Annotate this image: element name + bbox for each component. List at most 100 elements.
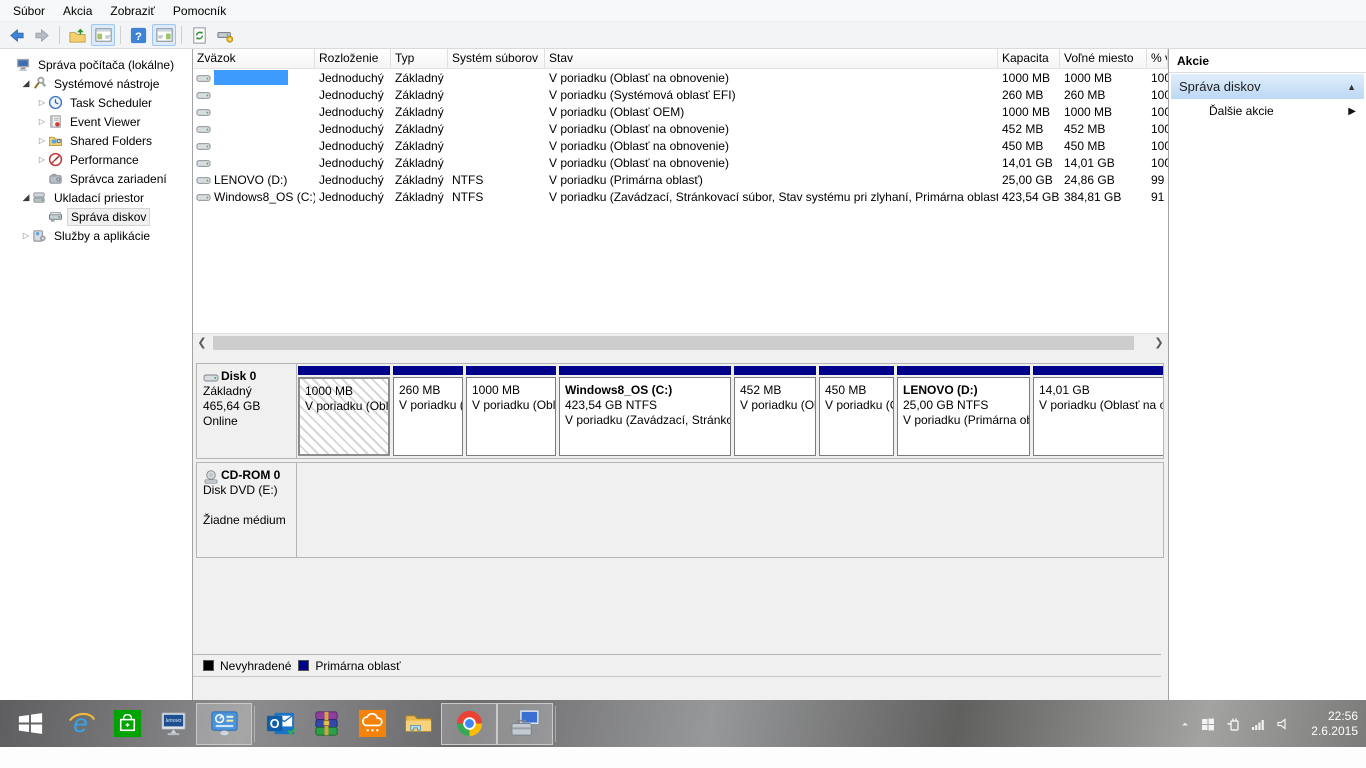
chrome-icon xyxy=(454,708,485,739)
cell-free: 24,86 GB xyxy=(1064,172,1115,187)
volume-row-0[interactable]: Jednoduchý Základný V poriadku (Oblasť na … xyxy=(193,69,1168,86)
scrollbar-thumb[interactable] xyxy=(213,335,1134,350)
taskbar-weather-button[interactable] xyxy=(349,703,395,745)
partition-body[interactable]: 1000 MBV poriadku (Oblasť na obnovenie) xyxy=(298,377,390,456)
partition-body[interactable]: LENOVO (D:) 25,00 GB NTFS V poriadku (Prim… xyxy=(897,377,1030,456)
disk0-info[interactable]: Disk 0 Základný 465,64 GB Online xyxy=(197,364,297,458)
partition-title: Windows8_OS (C:) xyxy=(565,383,673,397)
taskbar-store-button[interactable] xyxy=(104,703,150,745)
actions-item-more-actions[interactable]: Ďalšie akcie ▶ xyxy=(1169,99,1366,123)
partition-3[interactable]: Windows8_OS (C:) 423,54 GB NTFS V poriadku… xyxy=(559,366,731,456)
tray-volume-button[interactable] xyxy=(1275,716,1291,732)
taskbar-computer-management-button[interactable] xyxy=(497,702,553,745)
tree-item-spr-va-po-ta-a-lok-lne-[interactable]: Správa počítača (lokálne) xyxy=(0,55,192,74)
volume-row-2[interactable]: Jednoduchý Základný V poriadku (Oblasť OEM… xyxy=(193,103,1168,120)
column-header-3[interactable]: Systém súborov xyxy=(448,49,545,68)
tree-item-task-scheduler[interactable]: ▷ Task Scheduler xyxy=(0,93,192,112)
volume-row-4[interactable]: Jednoduchý Základný V poriadku (Oblasť na … xyxy=(193,137,1168,154)
event-viewer-icon xyxy=(48,114,63,129)
tree-item-event-viewer[interactable]: ▷ Event Viewer xyxy=(0,112,192,131)
clock-date: 2.6.2015 xyxy=(1311,723,1358,738)
column-header-6[interactable]: Voľné miesto xyxy=(1060,49,1147,68)
tray-action-center-button[interactable] xyxy=(1200,716,1216,732)
tree-item-syst-mov-n-stroje[interactable]: ◢ Systémové nástroje xyxy=(0,74,192,93)
tree-item-shared-folders[interactable]: ▷ Shared Folders xyxy=(0,131,192,150)
expanded-arrow-icon[interactable]: ◢ xyxy=(20,78,32,89)
collapsed-arrow-icon[interactable]: ▷ xyxy=(36,155,48,164)
partition-body[interactable]: Windows8_OS (C:) 423,54 GB NTFS V poriadku… xyxy=(559,377,731,456)
collapsed-arrow-icon[interactable]: ▷ xyxy=(36,117,48,126)
cell-capacity: 14,01 GB xyxy=(1002,155,1053,170)
partition-6[interactable]: LENOVO (D:) 25,00 GB NTFS V poriadku (Prim… xyxy=(897,366,1030,456)
help-button[interactable]: ? xyxy=(126,24,150,46)
taskbar-lenovo-button[interactable]: lenovo xyxy=(150,703,196,745)
taskbar-winrar-button[interactable] xyxy=(303,703,349,745)
partition-line2: 260 MB xyxy=(399,383,441,397)
volume-name-selection[interactable] xyxy=(214,70,288,85)
rescan-disks-icon xyxy=(216,26,235,45)
legend-item-0: Nevyhradené xyxy=(203,659,291,673)
volume-row-7[interactable]: Windows8_OS (C:) Jednoduchý Základný NTFS V … xyxy=(193,188,1168,205)
scroll-right-icon[interactable]: ❯ xyxy=(1150,334,1168,352)
column-header-5[interactable]: Kapacita xyxy=(998,49,1060,68)
column-header-0[interactable]: Zväzok xyxy=(193,49,315,68)
back-button[interactable] xyxy=(4,24,28,46)
partition-4[interactable]: 452 MBV poriadku (Oblasť na obnovenie) xyxy=(734,366,816,456)
partition-body[interactable]: 1000 MBV poriadku (Oblasť OEM) xyxy=(466,377,556,456)
collapsed-arrow-icon[interactable]: ▷ xyxy=(36,98,48,107)
partition-0[interactable]: 1000 MBV poriadku (Oblasť na obnovenie) xyxy=(298,366,390,456)
menu-zobrazi[interactable]: Zobraziť xyxy=(101,2,164,20)
horizontal-scrollbar[interactable]: ❮ ❯ xyxy=(193,333,1168,351)
collapsed-arrow-icon[interactable]: ▷ xyxy=(20,231,32,240)
up-folder-button[interactable] xyxy=(65,24,89,46)
tray-network-button[interactable] xyxy=(1250,716,1266,732)
forward-button[interactable] xyxy=(30,24,54,46)
partition-body[interactable]: 452 MBV poriadku (Oblasť na obnovenie) xyxy=(734,377,816,456)
tree-item-spr-vca-zariaden-[interactable]: Správca zariadení xyxy=(0,169,192,188)
volume-row-1[interactable]: Jednoduchý Základný V poriadku (Systémová … xyxy=(193,86,1168,103)
refresh-button[interactable] xyxy=(187,24,211,46)
taskbar-chrome-button[interactable] xyxy=(441,702,497,745)
taskbar-start-button[interactable] xyxy=(2,703,58,745)
column-header-4[interactable]: Stav xyxy=(545,49,998,68)
volume-row-6[interactable]: LENOVO (D:) Jednoduchý Základný NTFS V poria… xyxy=(193,171,1168,188)
scroll-left-icon[interactable]: ❮ xyxy=(193,334,211,352)
cell-layout: Jednoduchý xyxy=(319,87,384,102)
partition-2[interactable]: 1000 MBV poriadku (Oblasť OEM) xyxy=(466,366,556,456)
taskbar-outlook-button[interactable]: O xyxy=(257,703,303,745)
taskbar-control-panel-button[interactable] xyxy=(196,702,252,745)
rescan-disks-button[interactable] xyxy=(213,24,237,46)
column-header-1[interactable]: Rozloženie xyxy=(315,49,391,68)
taskbar-clock[interactable]: 22:56 2.6.2015 xyxy=(1300,709,1358,739)
tree-item-performance[interactable]: ▷ Performance xyxy=(0,150,192,169)
expanded-arrow-icon[interactable]: ◢ xyxy=(20,192,32,203)
partition-5[interactable]: 450 MBV poriadku (Oblasť na obnovenie) xyxy=(819,366,894,456)
svg-text:lenovo: lenovo xyxy=(165,718,181,724)
tree-item-spr-va-diskov[interactable]: Správa diskov xyxy=(0,207,192,226)
cdrom-drive: Disk DVD (E:) xyxy=(203,483,278,497)
menu-akcia[interactable]: Akcia xyxy=(54,2,101,20)
taskbar-file-explorer-button[interactable] xyxy=(395,703,441,745)
tray-show-hidden-button[interactable] xyxy=(1179,718,1191,730)
partition-body[interactable]: 14,01 GBV poriadku (Oblasť na obnovenie) xyxy=(1033,377,1163,456)
cdrom-info[interactable]: CD-ROM 0 Disk DVD (E:) Žiadne médium xyxy=(197,463,297,557)
taskbar-internet-explorer-button[interactable]: e xyxy=(58,703,104,745)
tree-item-slu-by-a-aplik-cie[interactable]: ▷ Služby a aplikácie xyxy=(0,226,192,245)
tray-power-button[interactable] xyxy=(1225,716,1241,732)
volume-row-5[interactable]: Jednoduchý Základný V poriadku (Oblasť na … xyxy=(193,154,1168,171)
tree-item-ukladac-priestor[interactable]: ◢ Ukladací priestor xyxy=(0,188,192,207)
menu-sbor[interactable]: Súbor xyxy=(4,2,54,20)
partition-body[interactable]: 260 MBV poriadku (Systémová oblasť EFI) xyxy=(393,377,463,456)
partition-7[interactable]: 14,01 GBV poriadku (Oblasť na obnovenie) xyxy=(1033,366,1163,456)
column-header-7[interactable]: % v xyxy=(1147,49,1168,68)
collapse-icon[interactable]: ▲ xyxy=(1347,82,1356,92)
action-pane-button[interactable] xyxy=(152,24,176,46)
console-tree-button[interactable] xyxy=(91,24,115,46)
partition-1[interactable]: 260 MBV poriadku (Systémová oblasť EFI) xyxy=(393,366,463,456)
volume-row-3[interactable]: Jednoduchý Základný V poriadku (Oblasť na … xyxy=(193,120,1168,137)
menu-pomocnk[interactable]: Pomocník xyxy=(164,2,235,20)
column-header-2[interactable]: Typ xyxy=(391,49,448,68)
actions-section-disk-management[interactable]: Správa diskov ▲ xyxy=(1171,74,1364,99)
partition-body[interactable]: 450 MBV poriadku (Oblasť na obnovenie) xyxy=(819,377,894,456)
collapsed-arrow-icon[interactable]: ▷ xyxy=(36,136,48,145)
